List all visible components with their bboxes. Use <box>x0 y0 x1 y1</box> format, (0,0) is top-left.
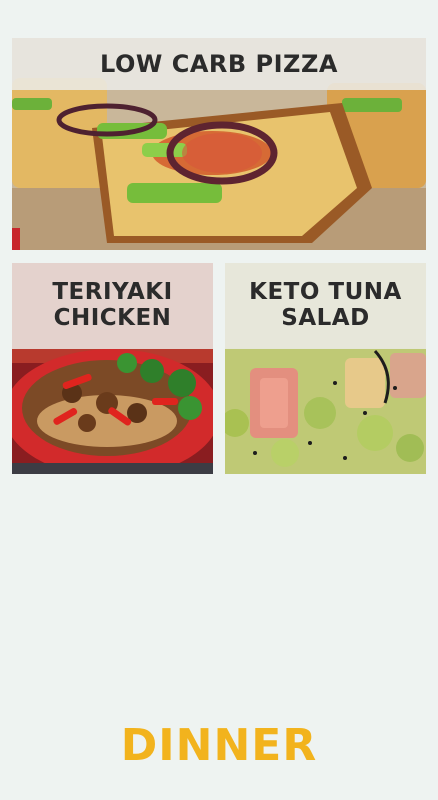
recipe-title-band: KETO TUNA SALAD <box>225 263 426 349</box>
recipe-title-teriyaki-chicken: TERIYAKI CHICKEN <box>52 279 173 331</box>
category-title: DINNER <box>120 719 318 771</box>
recipe-title-keto-tuna-salad: KETO TUNA SALAD <box>249 279 402 331</box>
recipe-title-band: TERIYAKI CHICKEN <box>12 263 213 349</box>
recipe-card-keto-tuna-salad[interactable]: KETO TUNA SALAD <box>225 263 426 474</box>
recipe-card-teriyaki-chicken[interactable]: TERIYAKI CHICKEN <box>12 263 213 474</box>
recipe-card-low-carb-pizza[interactable]: LOW CARB PIZZA <box>12 38 426 250</box>
recipe-title-low-carb-pizza: LOW CARB PIZZA <box>100 49 338 78</box>
category-footer: DINNER <box>0 715 438 775</box>
recipe-title-band: LOW CARB PIZZA <box>12 38 426 90</box>
